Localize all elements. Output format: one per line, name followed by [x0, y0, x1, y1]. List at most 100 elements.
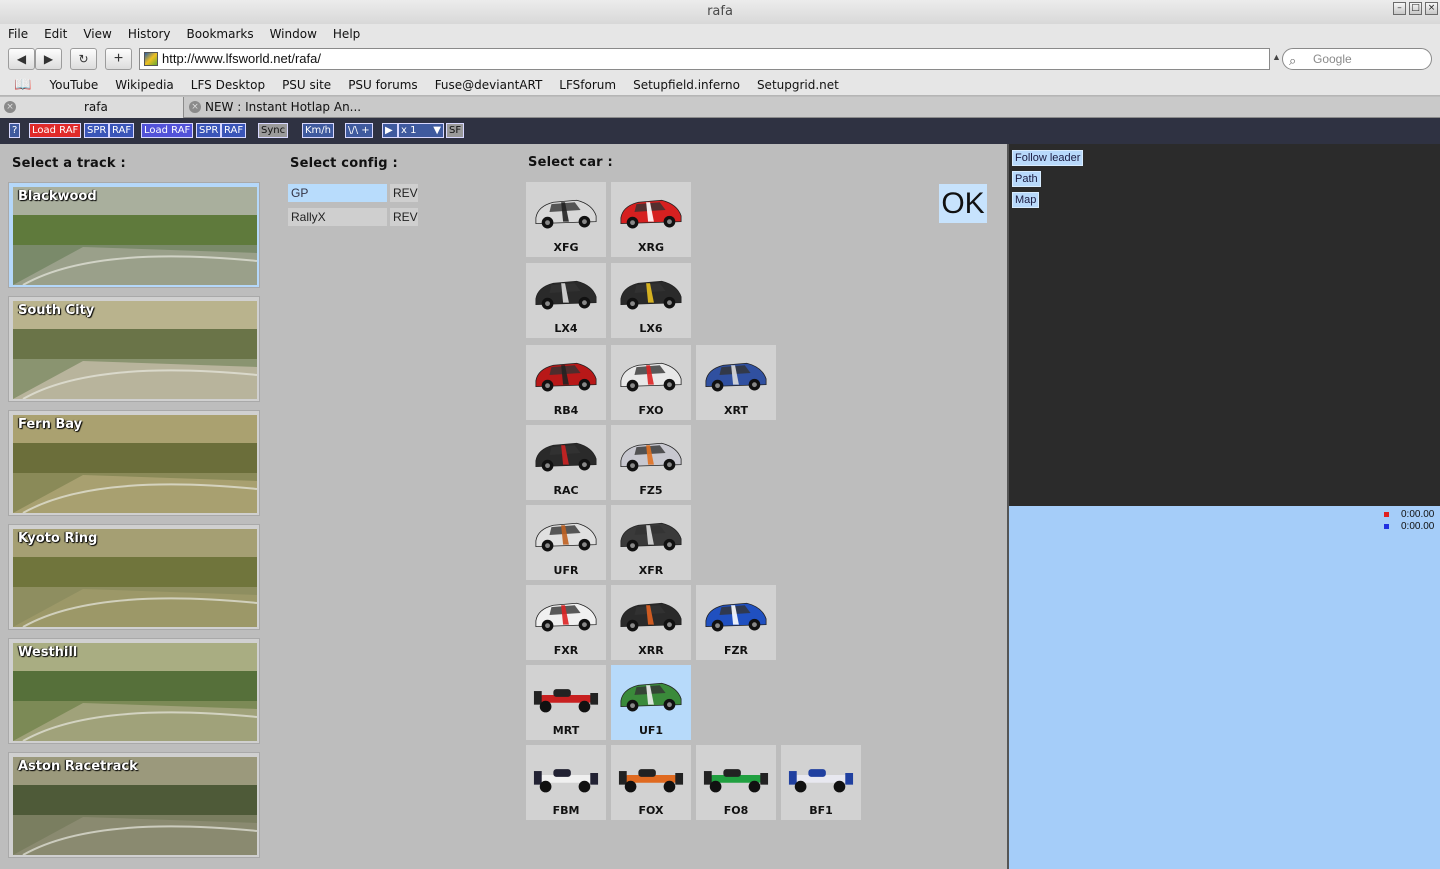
bookmarks-book-icon[interactable]: 📖 [14, 76, 31, 93]
car-xfg[interactable]: XFG [526, 182, 606, 257]
config-gp[interactable]: GP [288, 184, 387, 202]
load-raf-button-2[interactable]: Load RAF [141, 123, 194, 138]
menu-help[interactable]: Help [333, 24, 360, 44]
tab-rafa[interactable]: × rafa [0, 97, 184, 118]
tab-bar: × rafa × NEW : Instant Hotlap An... [0, 97, 1440, 118]
sf-button[interactable]: SF [446, 123, 465, 138]
bookmark-lfsforum[interactable]: LFSforum [559, 78, 616, 92]
car-image-icon [535, 522, 597, 552]
ok-button[interactable]: OK [939, 184, 987, 223]
car-lx4[interactable]: LX4 [526, 263, 606, 338]
menu-bookmarks[interactable]: Bookmarks [187, 24, 254, 44]
car-heading: Select car : [528, 155, 613, 170]
car-fbm[interactable]: FBM [526, 745, 606, 820]
menu-edit[interactable]: Edit [44, 24, 67, 44]
menu-history[interactable]: History [128, 24, 171, 44]
window-title: rafa [707, 4, 733, 19]
bookmark-psu-forums[interactable]: PSU forums [348, 78, 418, 92]
search-input[interactable]: ⌕ Google [1282, 48, 1432, 70]
car-label: XRT [724, 404, 748, 417]
car-image-icon [788, 769, 854, 793]
car-fxr[interactable]: FXR [526, 585, 606, 660]
tab-hotlap[interactable]: × NEW : Instant Hotlap An... [185, 97, 365, 118]
forward-button[interactable]: ▶ [35, 48, 62, 70]
bookmark-setupfield[interactable]: Setupfield.inferno [633, 78, 740, 92]
raf-button-1[interactable]: RAF [109, 123, 135, 138]
time-value: 0:00.00 [1401, 521, 1435, 532]
back-button[interactable]: ◀ [8, 48, 35, 70]
car-rac[interactable]: RAC [526, 425, 606, 500]
tab-close-icon[interactable]: × [189, 101, 201, 113]
menu-window[interactable]: Window [270, 24, 317, 44]
kmh-button[interactable]: Km/h [302, 123, 335, 138]
config-gp-rev[interactable]: REV [390, 184, 418, 202]
car-xrr[interactable]: XRR [611, 585, 691, 660]
car-label: XFG [553, 241, 579, 254]
track-blackwood[interactable]: Blackwood [8, 182, 260, 288]
car-fzr[interactable]: FZR [696, 585, 776, 660]
car-fox[interactable]: FOX [611, 745, 691, 820]
raf-button-2[interactable]: RAF [221, 123, 247, 138]
path-button[interactable]: Path [1012, 171, 1041, 187]
url-dropdown-icon[interactable]: ▲ [1272, 52, 1281, 62]
blue-marker-icon [1384, 524, 1389, 529]
search-icon: ⌕ [1289, 53, 1297, 68]
car-xfr[interactable]: XFR [611, 505, 691, 580]
time-row-blue: 0:00.00 [1384, 521, 1434, 532]
menu-view[interactable]: View [83, 24, 111, 44]
play-icon[interactable]: ▶ [382, 123, 398, 138]
bookmark-fuse-deviantart[interactable]: Fuse@deviantART [435, 78, 543, 92]
follow-leader-button[interactable]: Follow leader [1012, 150, 1084, 166]
bookmark-setupgrid[interactable]: Setupgrid.net [757, 78, 839, 92]
forward-icon: ▶ [43, 52, 54, 66]
bookmark-youtube[interactable]: YouTube [49, 78, 98, 92]
help-button[interactable]: ? [9, 123, 21, 138]
car-rb4[interactable]: RB4 [526, 345, 606, 420]
load-raf-button-1[interactable]: Load RAF [29, 123, 82, 138]
menu-file[interactable]: File [8, 24, 28, 44]
close-icon[interactable]: × [1425, 2, 1438, 15]
app-toolbar: ? Load RAF SPR RAF Load RAF SPR RAF Sync… [0, 118, 1440, 144]
car-label: UFR [553, 564, 579, 577]
map-button[interactable]: Map [1012, 192, 1040, 208]
track-south-city[interactable]: South City [8, 296, 260, 402]
chevron-down-icon: ▼ [433, 125, 441, 136]
window-controls: – □ × [1393, 2, 1438, 15]
reload-button[interactable]: ↻ [70, 48, 97, 70]
car-image-icon [620, 362, 682, 392]
reload-icon: ↻ [78, 52, 89, 66]
spr-button-1[interactable]: SPR [84, 123, 110, 138]
add-bookmark-button[interactable]: + [105, 48, 132, 70]
car-mrt[interactable]: MRT [526, 665, 606, 740]
tab-label: NEW : Instant Hotlap An... [205, 100, 362, 114]
url-field[interactable]: http://www.lfsworld.net/rafa/ [139, 48, 1270, 70]
track-kyoto-ring[interactable]: Kyoto Ring [8, 524, 260, 630]
v-plus-button[interactable]: \/\ + [345, 123, 373, 138]
speed-value: x 1 [401, 125, 417, 136]
track-westhill[interactable]: Westhill [8, 638, 260, 744]
car-fxo[interactable]: FXO [611, 345, 691, 420]
speed-select[interactable]: x 1 ▼ [398, 123, 444, 138]
track-fern-bay[interactable]: Fern Bay [8, 410, 260, 516]
tab-close-icon[interactable]: × [4, 101, 16, 113]
maximize-icon[interactable]: □ [1409, 2, 1422, 15]
car-xrg[interactable]: XRG [611, 182, 691, 257]
car-ufr[interactable]: UFR [526, 505, 606, 580]
config-rallyx-rev[interactable]: REV [390, 208, 418, 226]
spr-button-2[interactable]: SPR [196, 123, 222, 138]
track-aston-racetrack[interactable]: Aston Racetrack [8, 752, 260, 858]
car-uf1[interactable]: UF1 [611, 665, 691, 740]
bookmark-wikipedia[interactable]: Wikipedia [115, 78, 174, 92]
sync-button[interactable]: Sync [258, 123, 289, 138]
car-fo8[interactable]: FO8 [696, 745, 776, 820]
bookmark-lfs-desktop[interactable]: LFS Desktop [191, 78, 265, 92]
car-xrt[interactable]: XRT [696, 345, 776, 420]
config-rallyx[interactable]: RallyX [288, 208, 387, 226]
car-image-icon [705, 362, 767, 392]
bookmark-psu-site[interactable]: PSU site [282, 78, 331, 92]
car-bf1[interactable]: BF1 [781, 745, 861, 820]
car-lx6[interactable]: LX6 [611, 263, 691, 338]
car-image-icon [620, 602, 682, 632]
car-fz5[interactable]: FZ5 [611, 425, 691, 500]
minimize-icon[interactable]: – [1393, 2, 1406, 15]
